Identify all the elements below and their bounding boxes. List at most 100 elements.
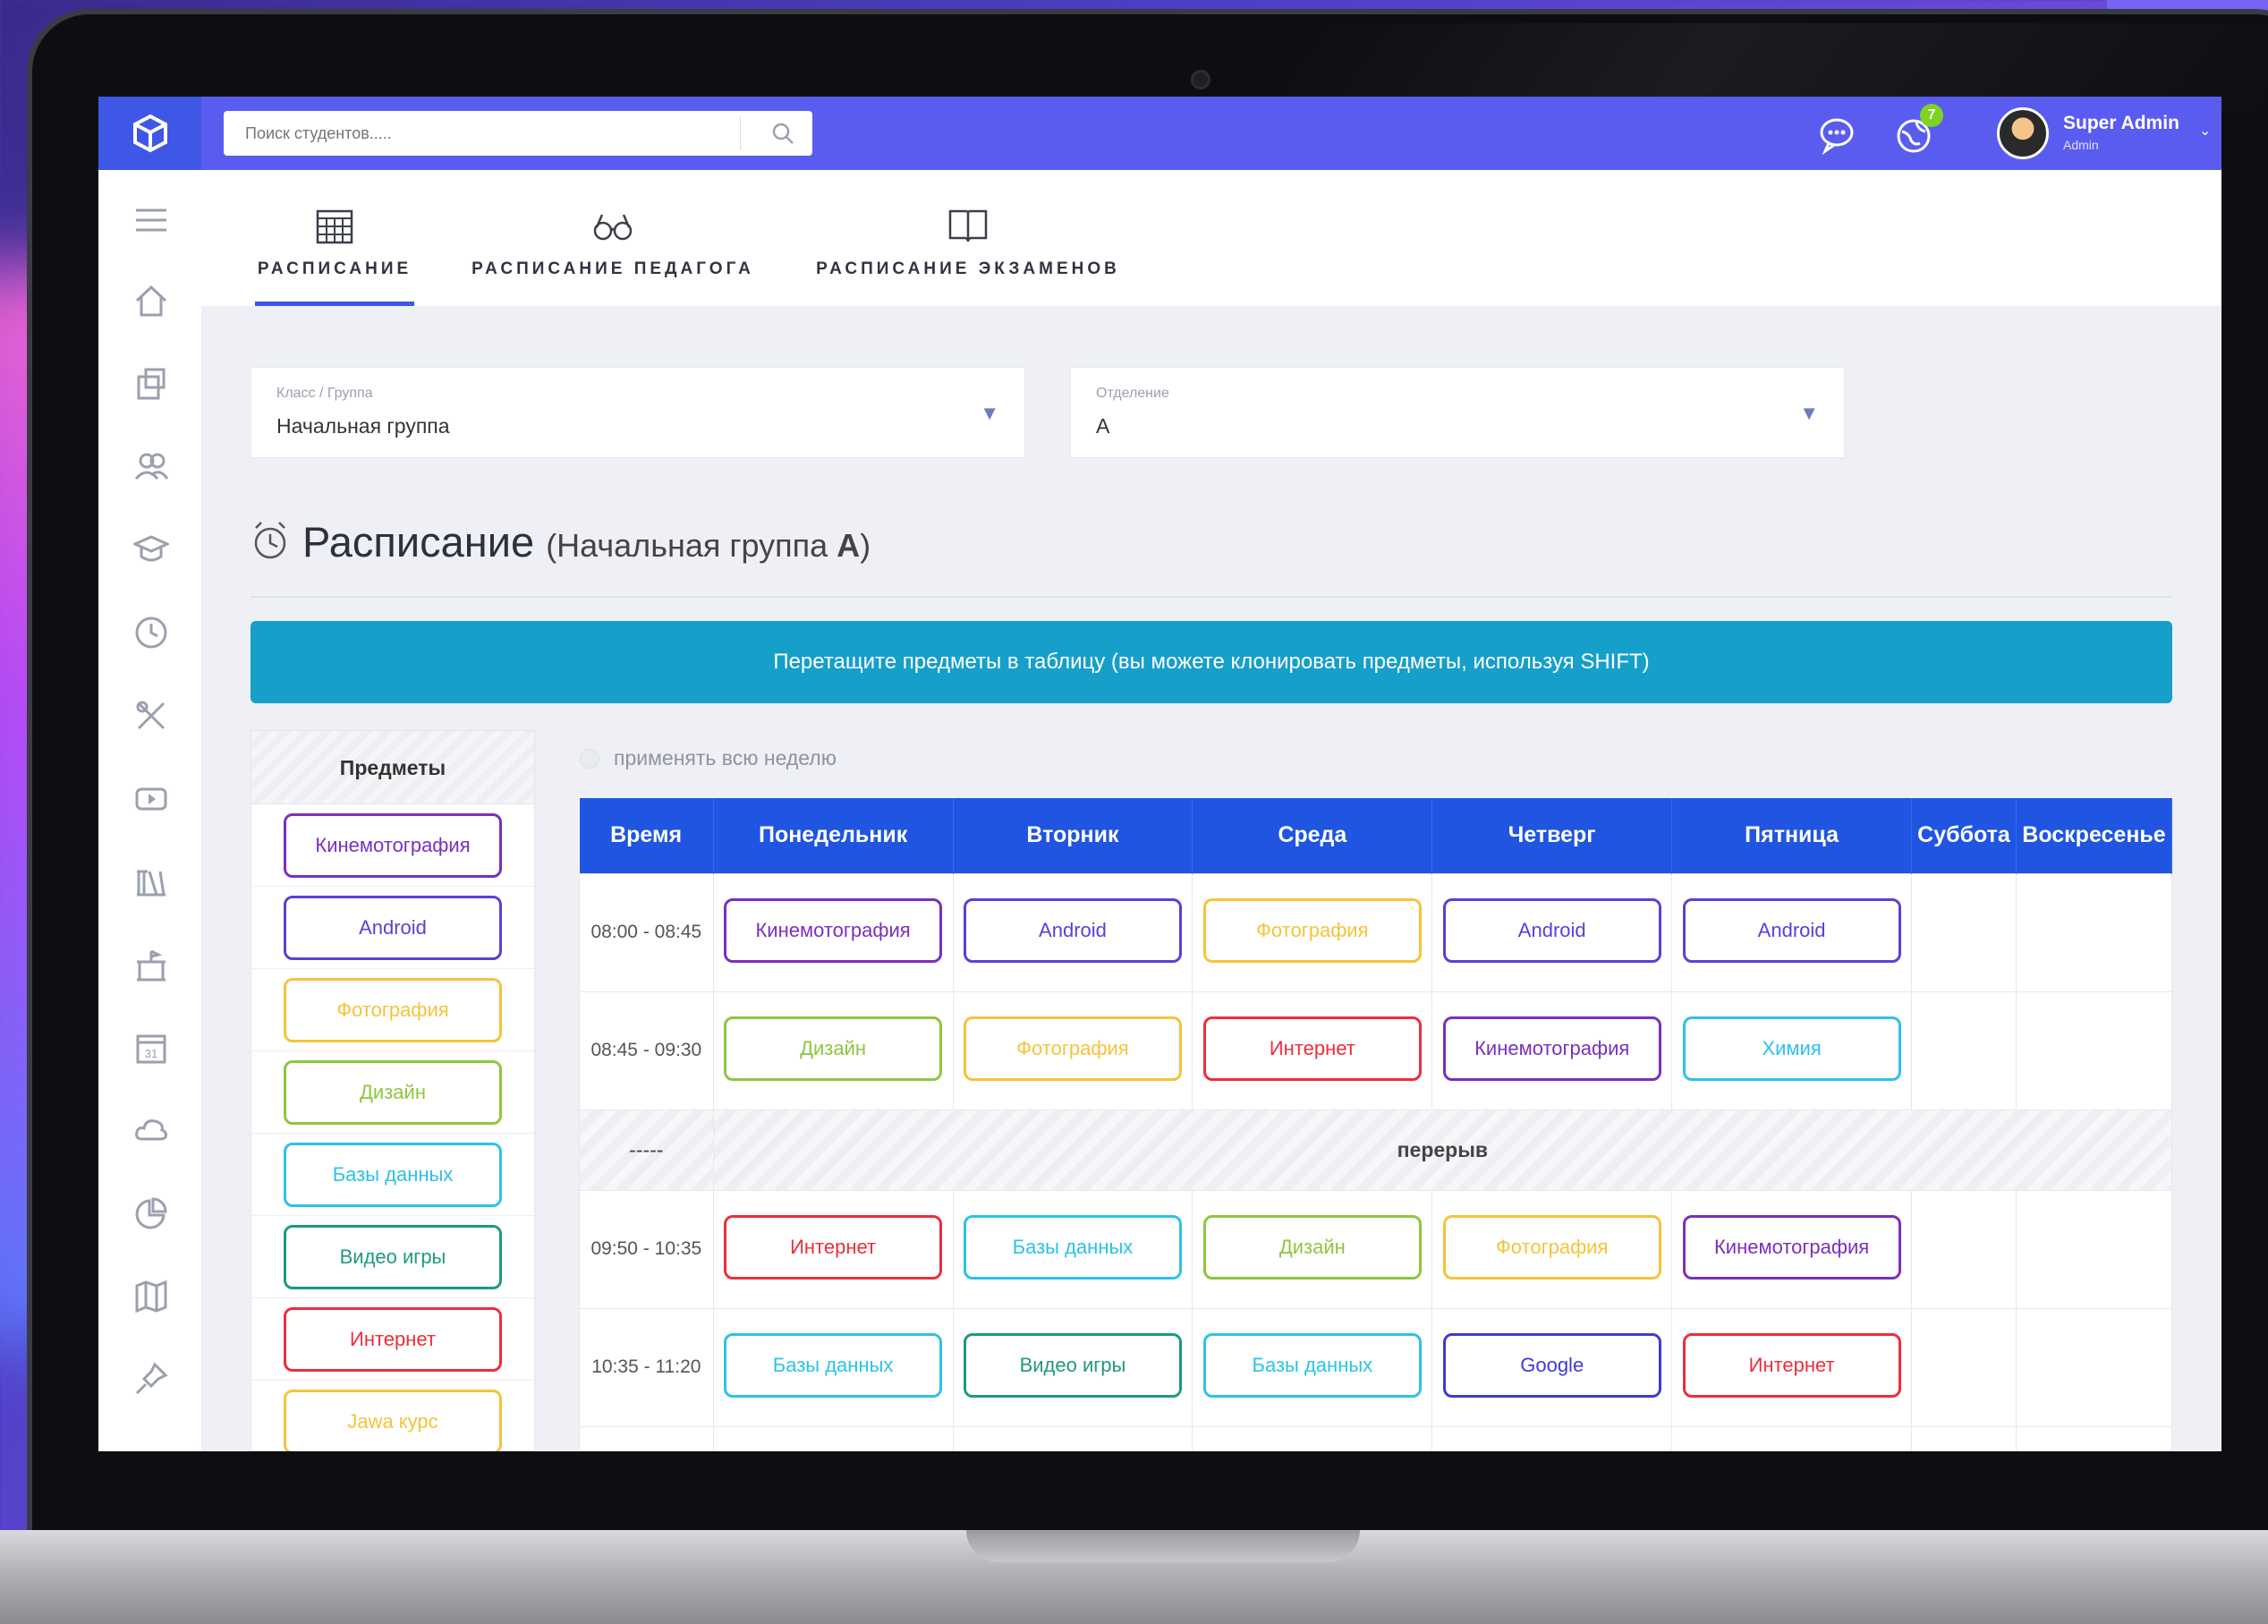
schedule-cell[interactable] bbox=[1911, 1189, 2017, 1309]
menu-icon[interactable] bbox=[132, 201, 170, 239]
graduation-cap-icon[interactable] bbox=[132, 531, 170, 568]
schedule-cell[interactable] bbox=[1911, 1425, 2017, 1451]
avatar[interactable] bbox=[1997, 107, 2049, 159]
schedule-cell[interactable] bbox=[1431, 1425, 1673, 1451]
schedule-cell[interactable]: Фотография bbox=[1192, 872, 1433, 992]
schedule-cell[interactable]: Базы данных bbox=[952, 1189, 1193, 1309]
lesson-chip[interactable]: Кинемотография bbox=[1682, 1214, 1901, 1280]
schedule-cell[interactable]: Видео игры bbox=[952, 1307, 1193, 1427]
lesson-chip[interactable]: Базы данных bbox=[1202, 1332, 1422, 1398]
calendar-grid-icon bbox=[316, 209, 353, 244]
lesson-chip[interactable]: Кинемотография bbox=[724, 897, 943, 963]
library-icon[interactable] bbox=[132, 863, 170, 901]
tools-icon[interactable] bbox=[132, 697, 170, 735]
subject-chip[interactable]: Интернет bbox=[284, 1306, 502, 1372]
lesson-chip[interactable]: Кинемотография bbox=[1442, 1016, 1661, 1081]
subject-chip[interactable]: Видео игры bbox=[284, 1224, 502, 1289]
schedule-cell[interactable]: Android bbox=[952, 872, 1193, 992]
lesson-chip[interactable]: Химия bbox=[1682, 1016, 1901, 1081]
schedule-cell[interactable] bbox=[2015, 1425, 2173, 1451]
clock-icon[interactable] bbox=[132, 614, 170, 651]
schedule-cell[interactable] bbox=[2015, 991, 2173, 1110]
logo[interactable] bbox=[98, 97, 201, 170]
schedule-cell[interactable]: Google bbox=[1431, 1307, 1673, 1427]
schedule-cell[interactable]: Android bbox=[1431, 872, 1673, 992]
lesson-chip[interactable]: Дизайн bbox=[1202, 1214, 1422, 1280]
schedule-cell[interactable]: Интернет bbox=[1192, 991, 1433, 1110]
search-icon[interactable] bbox=[771, 122, 794, 145]
lesson-chip[interactable]: Интернет bbox=[1202, 1016, 1422, 1081]
schedule-cell[interactable] bbox=[579, 1425, 714, 1451]
schedule-cell[interactable]: Дизайн bbox=[712, 991, 954, 1110]
chart-pie-icon[interactable] bbox=[132, 1195, 170, 1232]
lesson-chip[interactable]: Google bbox=[1442, 1332, 1661, 1398]
schedule-cell[interactable]: Кинемотография bbox=[1431, 991, 1673, 1110]
subject-chip[interactable]: Базы данных bbox=[284, 1142, 502, 1207]
map-icon[interactable] bbox=[132, 1278, 170, 1315]
lesson-chip[interactable]: Android bbox=[1682, 897, 1901, 963]
lesson-chip[interactable]: Дизайн bbox=[724, 1016, 943, 1081]
schedule-cell[interactable]: Кинемотография bbox=[712, 872, 954, 992]
school-icon[interactable] bbox=[132, 947, 170, 984]
users-icon[interactable] bbox=[132, 447, 170, 485]
schedule-cell[interactable] bbox=[2015, 1189, 2173, 1309]
schedule-cell[interactable]: Фотография bbox=[1431, 1189, 1673, 1309]
schedule-cell[interactable] bbox=[952, 1425, 1193, 1451]
calendar-icon[interactable]: 31 bbox=[132, 1029, 170, 1067]
schedule-cell[interactable]: Базы данных bbox=[1192, 1307, 1433, 1427]
apply-week-option[interactable]: применять всю неделю bbox=[580, 746, 837, 770]
info-banner: Перетащите предметы в таблицу (вы можете… bbox=[251, 621, 2172, 703]
schedule-cell[interactable]: Базы данных bbox=[712, 1307, 954, 1427]
subject-chip[interactable]: Кинемотография bbox=[284, 812, 502, 878]
lesson-chip[interactable]: Фотография bbox=[1202, 897, 1422, 963]
class-select[interactable]: Класс / Группа Начальная группа ▼ bbox=[251, 367, 1025, 458]
schedule-cell[interactable]: Фотография bbox=[952, 991, 1193, 1110]
pin-icon[interactable] bbox=[132, 1360, 170, 1398]
schedule-cell[interactable] bbox=[1911, 991, 2017, 1110]
lesson-chip[interactable]: Фотография bbox=[963, 1016, 1182, 1081]
subject-chip[interactable]: Jawa курс bbox=[284, 1389, 502, 1451]
subject-chip[interactable]: Android bbox=[284, 895, 502, 960]
schedule-cell[interactable] bbox=[2015, 872, 2173, 992]
lesson-chip[interactable]: Фотография bbox=[1442, 1214, 1661, 1280]
tab-label: РАСПИСАНИЕ ПЕДАГОГА bbox=[471, 259, 754, 278]
lesson-chip[interactable]: Интернет bbox=[1682, 1332, 1901, 1398]
search-box bbox=[224, 111, 812, 156]
tab-exam-schedule[interactable]: РАСПИСАНИЕ ЭКЗАМЕНОВ bbox=[815, 170, 1121, 306]
cloud-icon[interactable] bbox=[132, 1111, 170, 1149]
chat-icon[interactable] bbox=[1816, 114, 1857, 155]
lesson-chip[interactable]: Android bbox=[1442, 897, 1661, 963]
lesson-chip[interactable]: Базы данных bbox=[963, 1214, 1182, 1280]
schedule-cell[interactable] bbox=[2015, 1307, 2173, 1427]
schedule-cell[interactable]: Android bbox=[1671, 872, 1913, 992]
lesson-chip[interactable]: Интернет bbox=[724, 1214, 943, 1280]
chevron-down-icon[interactable]: ⌄ bbox=[2199, 122, 2211, 140]
schedule-cell[interactable] bbox=[1192, 1425, 1433, 1451]
video-icon[interactable] bbox=[132, 780, 170, 818]
search-input[interactable] bbox=[224, 111, 725, 156]
schedule-cell[interactable]: Интернет bbox=[712, 1189, 954, 1309]
tab-schedule[interactable]: РАСПИСАНИЕ bbox=[255, 170, 414, 306]
contacts-icon[interactable] bbox=[132, 365, 170, 403]
lesson-chip[interactable]: Видео игры bbox=[963, 1332, 1182, 1398]
home-icon[interactable] bbox=[132, 282, 170, 319]
lesson-chip[interactable]: Android bbox=[963, 897, 1182, 963]
department-select[interactable]: Отделение A ▼ bbox=[1070, 367, 1845, 458]
column-header: Время bbox=[579, 798, 714, 873]
schedule-cell[interactable] bbox=[1911, 1307, 2017, 1427]
schedule-cell[interactable]: Химия bbox=[1671, 991, 1913, 1110]
sidebar: 31 bbox=[98, 170, 201, 1451]
subject-chip[interactable]: Дизайн bbox=[284, 1059, 502, 1125]
svg-text:31: 31 bbox=[145, 1047, 157, 1060]
schedule-cell[interactable]: Кинемотография bbox=[1671, 1189, 1913, 1309]
schedule-cell[interactable] bbox=[1671, 1425, 1913, 1451]
apply-week-checkbox[interactable] bbox=[580, 748, 599, 769]
schedule-cell[interactable]: Интернет bbox=[1671, 1307, 1913, 1427]
lesson-chip[interactable]: Базы данных bbox=[724, 1332, 943, 1398]
tab-teacher-schedule[interactable]: РАСПИСАНИЕ ПЕДАГОГА bbox=[470, 170, 756, 306]
subject-chip[interactable]: Фотография bbox=[284, 977, 502, 1042]
schedule-cell[interactable] bbox=[1911, 872, 2017, 992]
schedule-cell[interactable] bbox=[712, 1425, 954, 1451]
user-name[interactable]: Super Admin bbox=[2063, 113, 2179, 134]
schedule-cell[interactable]: Дизайн bbox=[1192, 1189, 1433, 1309]
